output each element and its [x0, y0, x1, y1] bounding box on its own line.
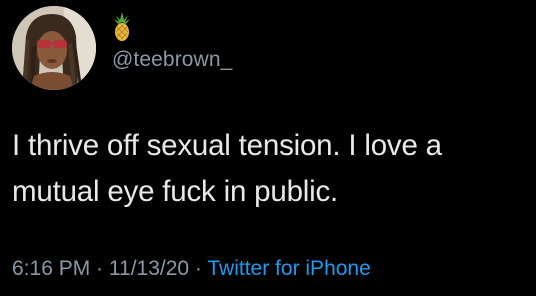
author-handle[interactable]: @teebrown_ [112, 48, 232, 72]
tweet-time[interactable]: 6:16 PM [12, 257, 90, 280]
tweet-date[interactable]: 11/13/20 [109, 257, 189, 280]
tweet-source-link[interactable]: Twitter for iPhone [207, 257, 370, 280]
tweet-text: I thrive off sexual tension. I love a mu… [12, 123, 524, 215]
pineapple-icon [112, 12, 132, 42]
meta-separator: · [90, 257, 109, 280]
tweet-text-line: I thrive off sexual tension. I love a [12, 129, 442, 162]
tweet-card: @teebrown_ I thrive off sexual tension. … [0, 0, 536, 296]
meta-separator: · [189, 257, 208, 280]
avatar[interactable] [12, 6, 96, 90]
tweet-meta: 6:16 PM · 11/13/20 · Twitter for iPhone [12, 257, 371, 281]
tweet-text-line: mutual eye fuck in public. [12, 175, 339, 208]
profile-photo-icon [12, 6, 96, 90]
